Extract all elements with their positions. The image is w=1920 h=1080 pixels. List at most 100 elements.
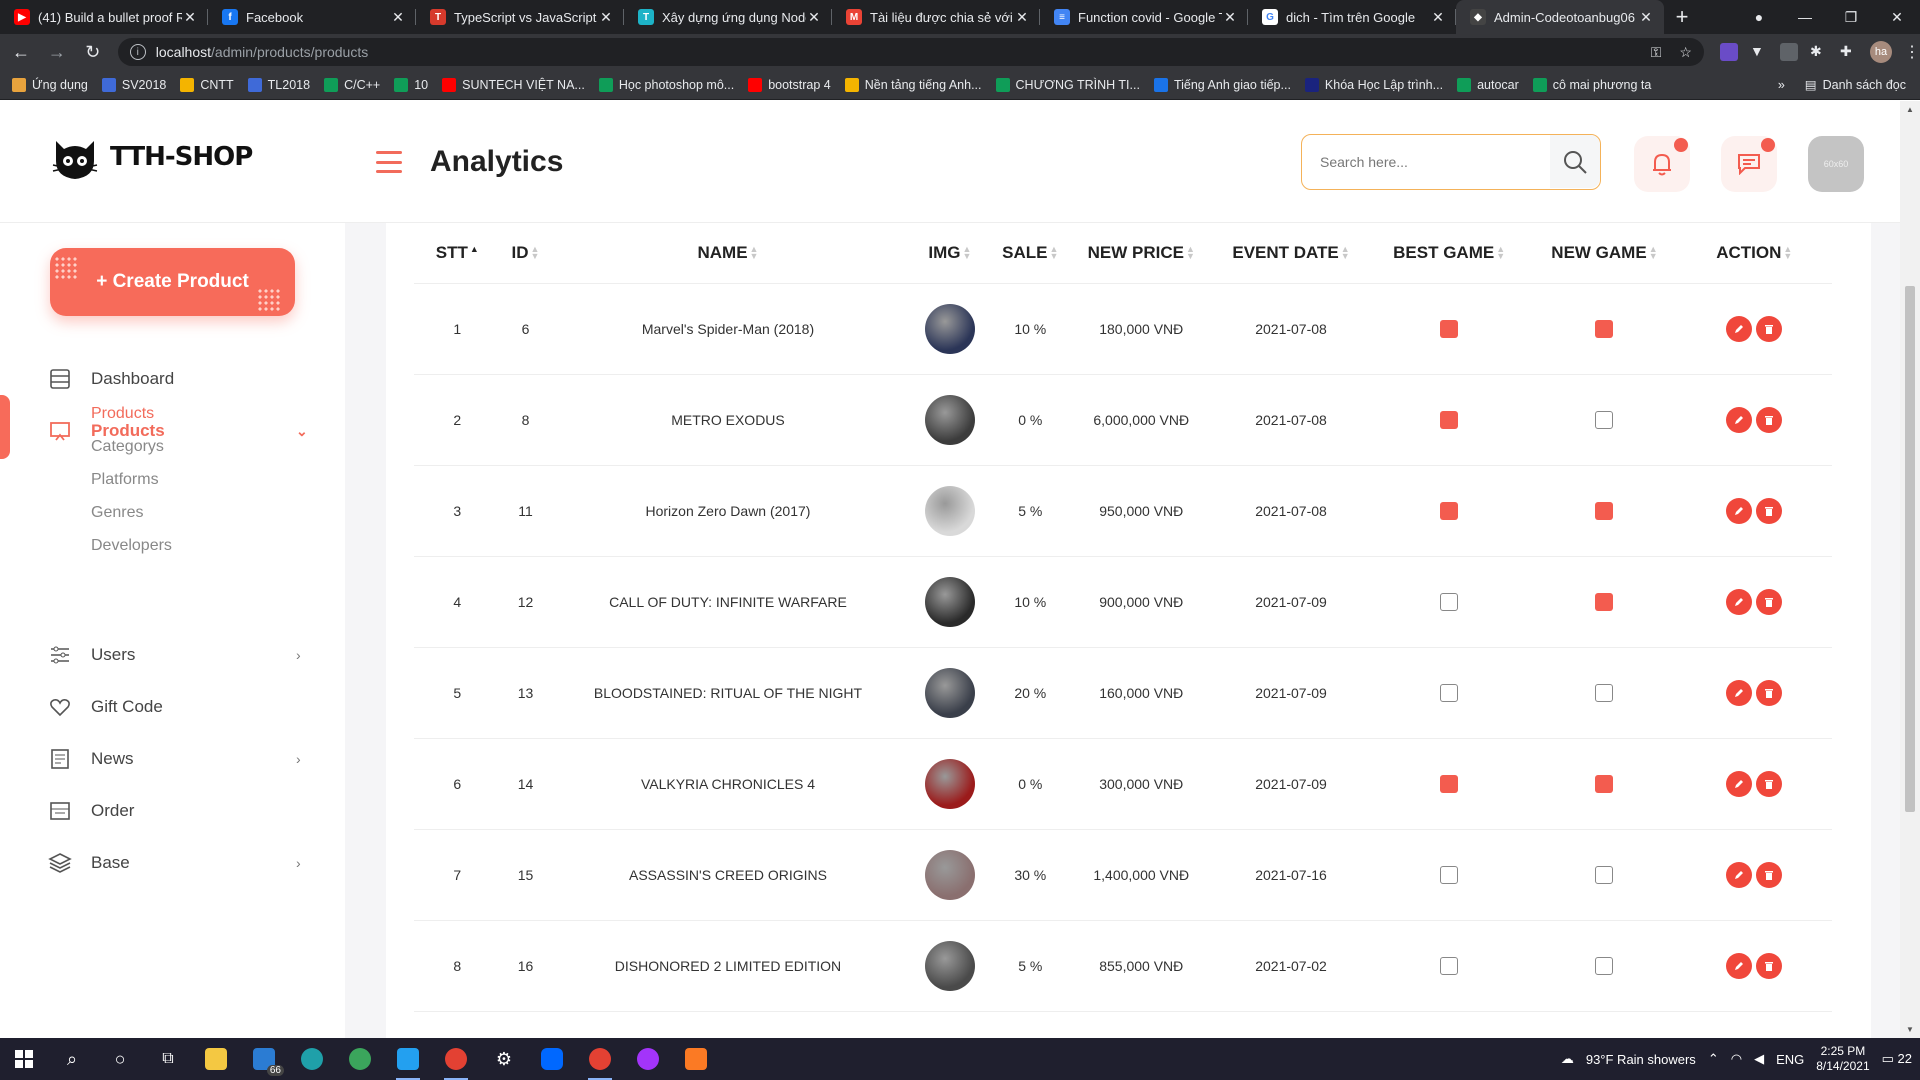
scrollbar-thumb[interactable] xyxy=(1905,286,1915,812)
delete-button[interactable] xyxy=(1756,497,1783,524)
tab-close-icon[interactable]: ✕ xyxy=(1638,9,1654,26)
delete-button[interactable] xyxy=(1756,406,1783,433)
edit-button[interactable] xyxy=(1726,952,1753,979)
scroll-up-arrow[interactable]: ▲ xyxy=(1906,105,1914,114)
chrome-profile-icon[interactable] xyxy=(576,1038,624,1080)
best-game-checkbox[interactable] xyxy=(1440,410,1459,429)
tab-close-icon[interactable]: ✕ xyxy=(390,9,406,26)
delete-button[interactable] xyxy=(1756,679,1783,706)
reload-button[interactable]: ↻ xyxy=(78,37,108,67)
vscode-icon[interactable] xyxy=(384,1038,432,1080)
delete-button[interactable] xyxy=(1756,952,1783,979)
bookmark-item[interactable]: cô mai phương ta xyxy=(1532,77,1651,92)
create-product-button[interactable]: + Create Product xyxy=(50,248,295,316)
sidebar-item-order[interactable]: Order xyxy=(0,791,345,831)
column-header-name[interactable]: NAME ▲ ▼ xyxy=(550,223,906,284)
tab-close-icon[interactable]: ✕ xyxy=(598,9,614,26)
new-game-checkbox[interactable] xyxy=(1595,774,1614,793)
close-window-button[interactable]: ✕ xyxy=(1874,0,1920,34)
sidebar-item-base[interactable]: Base › xyxy=(0,843,345,883)
bookmark-item[interactable]: 10 xyxy=(394,77,428,92)
tab-close-icon[interactable]: ✕ xyxy=(806,9,822,26)
new-game-checkbox[interactable] xyxy=(1595,683,1614,702)
browser-tab[interactable]: M Tài liệu được chia sẻ với ba✕ xyxy=(832,0,1040,34)
clock[interactable]: 2:25 PM 8/14/2021 xyxy=(1816,1044,1869,1074)
bookmark-item[interactable]: C/C++ xyxy=(324,77,380,92)
best-game-checkbox[interactable] xyxy=(1440,592,1459,611)
extension-icon[interactable] xyxy=(1719,43,1738,61)
xampp-icon[interactable] xyxy=(672,1038,720,1080)
messenger-icon[interactable] xyxy=(624,1038,672,1080)
column-header-new-game[interactable]: NEW GAME ▲ ▼ xyxy=(1532,223,1677,284)
menu-dots-icon[interactable]: ⋮ xyxy=(1904,42,1920,62)
sidebar-subitem-products[interactable]: Products xyxy=(91,405,154,423)
edit-button[interactable] xyxy=(1726,588,1753,615)
edit-button[interactable] xyxy=(1726,770,1753,797)
best-game-checkbox[interactable] xyxy=(1440,501,1459,520)
app-icon[interactable] xyxy=(336,1038,384,1080)
extension-icon[interactable]: ✱ xyxy=(1810,43,1828,61)
sidebar-subitem-developers[interactable]: Developers xyxy=(91,537,172,555)
best-game-checkbox[interactable] xyxy=(1440,683,1459,702)
extension-icon[interactable]: ▼ xyxy=(1750,43,1768,61)
edit-button[interactable] xyxy=(1726,679,1753,706)
search-button[interactable] xyxy=(1550,135,1600,188)
bookmark-item[interactable]: Ứng dụng xyxy=(12,77,88,92)
column-header-new-price[interactable]: NEW PRICE ▲ ▼ xyxy=(1066,223,1217,284)
column-header-stt[interactable]: STT▲▼ xyxy=(414,223,501,284)
column-header-best-game[interactable]: BEST GAME ▲ ▼ xyxy=(1365,223,1533,284)
bookmark-item[interactable]: Khóa Học Lập trình... xyxy=(1304,77,1443,92)
edit-button[interactable] xyxy=(1726,497,1753,524)
notifications-button[interactable] xyxy=(1634,136,1690,192)
new-game-checkbox[interactable] xyxy=(1595,956,1614,975)
edit-button[interactable] xyxy=(1726,861,1753,888)
browser-tab[interactable]: ▶ (41) Build a bullet proof RE ✕ xyxy=(0,0,208,34)
minimize-button[interactable]: — xyxy=(1782,0,1828,34)
tray-chevron-icon[interactable]: ⌃ xyxy=(1708,1051,1719,1067)
reading-list-button[interactable]: ▤ Danh sách đọc xyxy=(1805,77,1906,93)
best-game-checkbox[interactable] xyxy=(1440,956,1459,975)
address-bar[interactable]: i localhost/admin/products/products ⚿ ☆ xyxy=(117,38,1704,66)
sidebar-item-news[interactable]: News › xyxy=(0,739,345,779)
bookmark-item[interactable]: CHƯƠNG TRÌNH TI... xyxy=(995,77,1140,92)
new-tab-button[interactable]: + xyxy=(1664,0,1700,34)
bookmark-item[interactable]: autocar xyxy=(1457,77,1519,92)
new-game-checkbox[interactable] xyxy=(1595,410,1614,429)
best-game-checkbox[interactable] xyxy=(1440,774,1459,793)
back-button[interactable]: ← xyxy=(6,37,36,67)
windows-start-button[interactable] xyxy=(0,1038,48,1080)
browser-tab[interactable]: T Xây dựng ứng dụng Node. ✕ xyxy=(624,0,832,34)
new-game-checkbox[interactable] xyxy=(1595,592,1614,611)
sidebar-item-products[interactable]: Products ⌄ xyxy=(0,395,345,459)
logo[interactable]: TTH-SHOP xyxy=(50,131,253,183)
browser-tab[interactable]: f Facebook ✕ xyxy=(208,0,416,34)
sidebar-subitem-genres[interactable]: Genres xyxy=(91,504,143,522)
new-game-checkbox[interactable] xyxy=(1595,501,1614,520)
tab-close-icon[interactable]: ✕ xyxy=(182,9,198,26)
restore-button[interactable]: ❐ xyxy=(1828,0,1874,34)
best-game-checkbox[interactable] xyxy=(1440,865,1459,884)
messages-button[interactable] xyxy=(1721,136,1777,192)
browser-tab[interactable]: Gdich - Tìm trên Google ✕ xyxy=(1248,0,1456,34)
new-game-checkbox[interactable] xyxy=(1595,865,1614,884)
edit-button[interactable] xyxy=(1726,406,1753,433)
tab-close-icon[interactable]: ✕ xyxy=(1222,9,1238,26)
scroll-down-arrow[interactable]: ▼ xyxy=(1906,1025,1914,1034)
delete-button[interactable] xyxy=(1756,861,1783,888)
delete-button[interactable] xyxy=(1756,770,1783,797)
bookmark-item[interactable]: Tiếng Anh giao tiếp... xyxy=(1153,77,1291,92)
file-explorer-icon[interactable] xyxy=(192,1038,240,1080)
column-header-action[interactable]: ACTION ▲ ▼ xyxy=(1676,223,1832,284)
language-indicator[interactable]: ENG xyxy=(1776,1052,1804,1067)
bookmark-item[interactable]: Nền tảng tiếng Anh... xyxy=(844,77,982,92)
chrome-icon[interactable] xyxy=(432,1038,480,1080)
user-avatar[interactable]: 60x60 xyxy=(1808,136,1864,192)
sidebar-item-gift-code[interactable]: Gift Code xyxy=(0,687,345,727)
delete-button[interactable] xyxy=(1756,315,1783,342)
search-input[interactable] xyxy=(1320,154,1540,170)
bookmarks-more-button[interactable]: » xyxy=(1778,78,1785,92)
bookmark-item[interactable]: SV2018 xyxy=(101,77,166,92)
tab-close-icon[interactable]: ✕ xyxy=(1014,9,1030,26)
page-scrollbar[interactable]: ▲ ▼ xyxy=(1900,101,1920,1038)
volume-icon[interactable]: ◀ xyxy=(1754,1051,1764,1067)
